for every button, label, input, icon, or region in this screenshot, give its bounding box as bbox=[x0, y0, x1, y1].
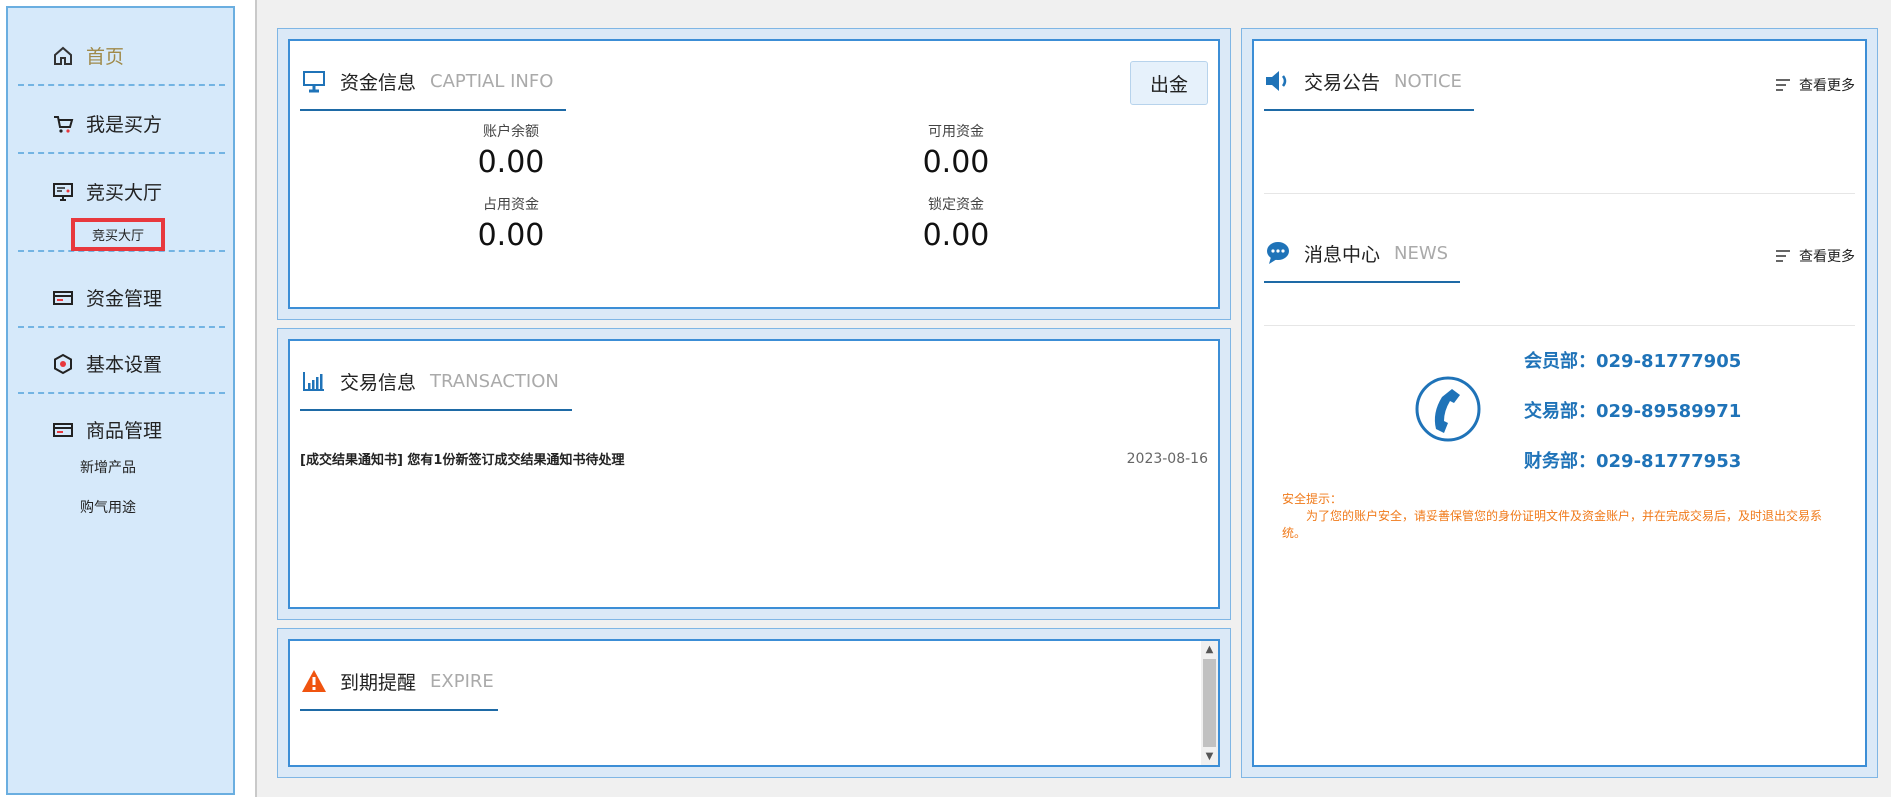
sidebar-item-home[interactable]: 首页 bbox=[18, 20, 225, 86]
safety-tip: 安全提示： 为了您的账户安全，请妥善保管您的身份证明文件及资金账户，并在完成交易… bbox=[1282, 491, 1825, 542]
home-icon bbox=[52, 45, 74, 67]
list-icon bbox=[1776, 250, 1790, 262]
signal-bars-icon bbox=[300, 367, 328, 395]
sidebar-item-settings[interactable]: 基本设置 bbox=[18, 328, 225, 394]
transaction-card: 交易信息 TRANSACTION [成交结果通知书] 您有1份新签订成交结果通知… bbox=[277, 328, 1231, 620]
card-icon bbox=[52, 419, 74, 441]
sidebar-item-label: 竞买大厅 bbox=[86, 182, 163, 204]
notice-more-label: 查看更多 bbox=[1799, 78, 1855, 94]
monitor-icon bbox=[300, 67, 328, 95]
sidebar: 首页 我是买方 竞买大厅 竞买大厅 资金管理 基本设置 商品管理 新增产品 购气… bbox=[6, 6, 235, 795]
capital-card: 资金信息 CAPTIAL INFO 出金 账户余额 0.00 可用资金 0.00… bbox=[277, 28, 1231, 320]
capital-title-en: CAPTIAL INFO bbox=[430, 70, 554, 92]
scroll-down-arrow-icon[interactable]: ▼ bbox=[1201, 748, 1218, 765]
notice-title-en: NOTICE bbox=[1394, 70, 1462, 92]
safety-text: 为了您的账户安全，请妥善保管您的身份证明文件及资金账户，并在完成交易后，及时退出… bbox=[1282, 509, 1823, 540]
transaction-list: [成交结果通知书] 您有1份新签订成交结果通知书待处理 2023-08-16 bbox=[300, 449, 1208, 469]
sidebar-subitem-hall[interactable]: 竞买大厅 bbox=[71, 218, 165, 251]
occupied-label: 占用资金 bbox=[483, 197, 539, 213]
list-item[interactable]: [成交结果通知书] 您有1份新签订成交结果通知书待处理 2023-08-16 bbox=[300, 449, 1208, 469]
scrollbar-thumb[interactable] bbox=[1203, 659, 1216, 747]
monitor-icon bbox=[52, 181, 74, 203]
sidebar-item-funds[interactable]: 资金管理 bbox=[18, 262, 225, 328]
sidebar-item-label: 资金管理 bbox=[86, 288, 163, 310]
safety-title: 安全提示： bbox=[1282, 492, 1343, 506]
news-divider bbox=[1264, 325, 1855, 326]
warning-icon bbox=[300, 667, 328, 695]
news-more-label: 查看更多 bbox=[1799, 249, 1855, 265]
sidebar-subitem-gas-usage[interactable]: 购气用途 bbox=[80, 497, 136, 517]
occupied-stat: 占用资金 0.00 bbox=[411, 194, 611, 253]
withdraw-button[interactable]: 出金 bbox=[1130, 61, 1208, 105]
chat-bubble-icon bbox=[1264, 239, 1292, 267]
cart-icon bbox=[52, 113, 74, 135]
sidebar-item-label: 商品管理 bbox=[86, 420, 163, 442]
transaction-item-text: [成交结果通知书] 您有1份新签订成交结果通知书待处理 bbox=[300, 453, 625, 468]
expire-title: 到期提醒 bbox=[340, 671, 417, 694]
speaker-icon bbox=[1264, 67, 1292, 95]
contact-member: 会员部：029-81777905 bbox=[1524, 351, 1742, 372]
card-icon bbox=[52, 287, 74, 309]
locked-label: 锁定资金 bbox=[928, 197, 984, 213]
balance-stat: 账户余额 0.00 bbox=[411, 121, 611, 180]
available-stat: 可用资金 0.00 bbox=[856, 121, 1056, 180]
locked-stat: 锁定资金 0.00 bbox=[856, 194, 1056, 253]
available-label: 可用资金 bbox=[928, 124, 984, 140]
sidebar-item-label: 首页 bbox=[86, 46, 125, 68]
news-title: 消息中心 bbox=[1304, 243, 1381, 266]
sidebar-item-buyer[interactable]: 我是买方 bbox=[18, 88, 225, 154]
sidebar-subitem-new-product[interactable]: 新增产品 bbox=[80, 457, 136, 477]
expire-card: 到期提醒 EXPIRE ▲ ▼ bbox=[277, 628, 1231, 778]
sidebar-item-label: 我是买方 bbox=[86, 114, 163, 136]
notice-divider bbox=[1264, 193, 1855, 194]
contact-trade: 交易部：029-89589971 bbox=[1524, 401, 1742, 422]
balance-label: 账户余额 bbox=[483, 124, 539, 140]
capital-title: 资金信息 bbox=[340, 71, 417, 94]
expire-scrollbar[interactable]: ▲ ▼ bbox=[1201, 641, 1218, 765]
notice-title: 交易公告 bbox=[1304, 71, 1381, 94]
settings-icon bbox=[52, 353, 74, 375]
contact-finance: 财务部：029-81777953 bbox=[1524, 451, 1742, 472]
locked-value: 0.00 bbox=[922, 218, 990, 253]
list-icon bbox=[1776, 79, 1790, 91]
available-value: 0.00 bbox=[922, 145, 990, 180]
sidebar-item-label: 基本设置 bbox=[86, 354, 163, 376]
news-title-en: NEWS bbox=[1394, 242, 1449, 264]
transaction-title-en: TRANSACTION bbox=[430, 370, 559, 392]
notice-more-link[interactable]: 查看更多 bbox=[1775, 75, 1855, 95]
expire-title-en: EXPIRE bbox=[430, 670, 494, 692]
transaction-item-date: 2023-08-16 bbox=[1126, 450, 1208, 467]
balance-value: 0.00 bbox=[477, 145, 545, 180]
right-panel: 交易公告 NOTICE 查看更多 消息中心 NEWS 查看更多 会员部：029-… bbox=[1241, 28, 1878, 778]
news-more-link[interactable]: 查看更多 bbox=[1775, 246, 1855, 266]
phone-icon bbox=[1414, 375, 1482, 447]
scroll-up-arrow-icon[interactable]: ▲ bbox=[1201, 641, 1218, 658]
transaction-title: 交易信息 bbox=[340, 371, 417, 394]
occupied-value: 0.00 bbox=[477, 218, 545, 253]
